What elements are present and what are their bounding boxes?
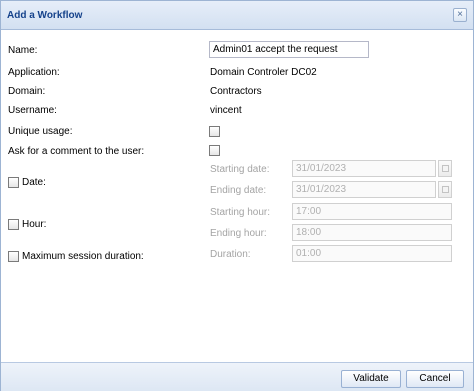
unique-usage-checkbox[interactable] xyxy=(209,126,220,137)
calendar-icon[interactable] xyxy=(438,181,452,198)
dialog-title: Add a Workflow xyxy=(7,10,83,21)
domain-label: Domain: xyxy=(8,86,46,97)
ask-comment-checkbox[interactable] xyxy=(209,145,220,156)
date-checkbox[interactable] xyxy=(8,177,19,188)
session-duration-label: Maximum session duration: xyxy=(22,251,144,262)
duration-input[interactable] xyxy=(292,245,452,262)
username-label: Username: xyxy=(8,105,57,116)
dialog-titlebar: Add a Workflow × xyxy=(1,1,473,30)
dialog-body: Name: Application: Domain Controler DC02… xyxy=(1,31,473,361)
add-workflow-dialog: Add a Workflow × Name: Application: Doma… xyxy=(0,0,474,391)
ending-hour-label: Ending hour: xyxy=(210,228,267,239)
cancel-button[interactable]: Cancel xyxy=(406,370,464,388)
session-duration-checkbox[interactable] xyxy=(8,251,19,262)
close-icon[interactable]: × xyxy=(453,8,467,22)
domain-value: Contractors xyxy=(210,86,262,97)
ending-hour-input[interactable] xyxy=(292,224,452,241)
application-label: Application: xyxy=(8,67,60,78)
application-value: Domain Controler DC02 xyxy=(210,67,317,78)
starting-hour-input[interactable] xyxy=(292,203,452,220)
ending-date-input[interactable] xyxy=(292,181,436,198)
starting-hour-label: Starting hour: xyxy=(210,207,271,218)
calendar-icon[interactable] xyxy=(438,160,452,177)
starting-date-label: Starting date: xyxy=(210,164,270,175)
dialog-footer: Validate Cancel xyxy=(1,362,473,391)
ending-date-label: Ending date: xyxy=(210,185,267,196)
validate-button[interactable]: Validate xyxy=(341,370,401,388)
hour-label: Hour: xyxy=(22,219,47,230)
username-value: vincent xyxy=(210,105,242,116)
duration-label: Duration: xyxy=(210,249,251,260)
date-label: Date: xyxy=(22,177,46,188)
name-input[interactable] xyxy=(209,41,369,58)
hour-checkbox[interactable] xyxy=(8,219,19,230)
starting-date-input[interactable] xyxy=(292,160,436,177)
name-label: Name: xyxy=(8,45,38,56)
ask-comment-label: Ask for a comment to the user: xyxy=(8,146,145,157)
unique-usage-label: Unique usage: xyxy=(8,126,73,137)
